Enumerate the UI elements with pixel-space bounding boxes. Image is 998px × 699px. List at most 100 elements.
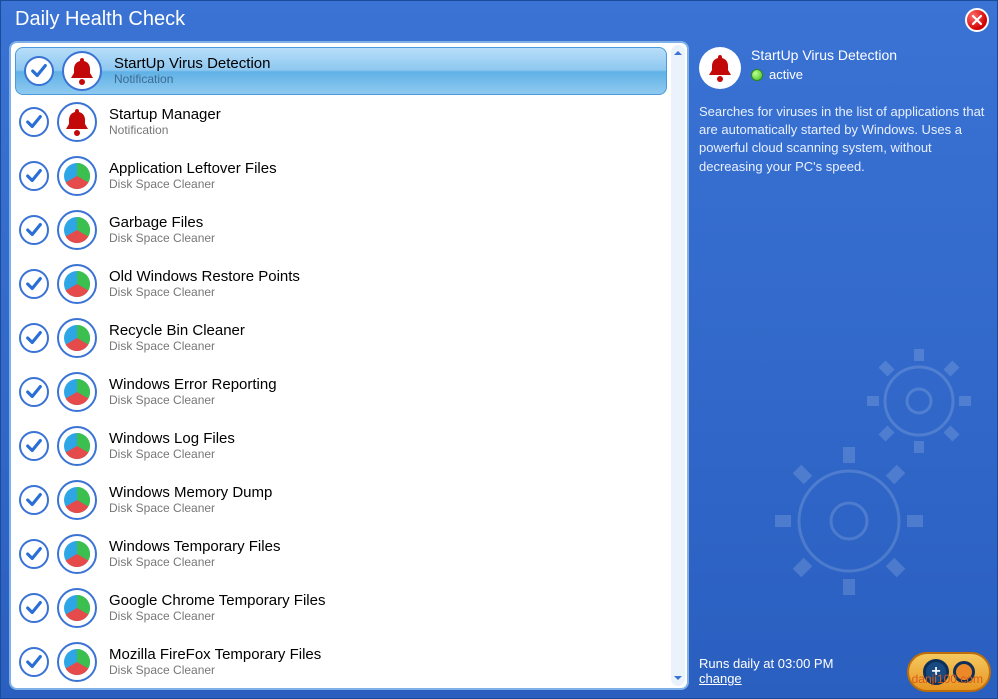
item-subtitle: Disk Space Cleaner bbox=[109, 502, 272, 516]
list-item[interactable]: Windows Memory DumpDisk Space Cleaner bbox=[11, 473, 671, 527]
list-item[interactable]: Google Chrome Temporary FilesDisk Space … bbox=[11, 581, 671, 635]
pie-chart-icon bbox=[61, 268, 93, 300]
detail-description: Searches for viruses in the list of appl… bbox=[699, 103, 989, 176]
item-text: Recycle Bin CleanerDisk Space Cleaner bbox=[109, 322, 245, 353]
checkmark-icon bbox=[25, 491, 43, 509]
pie-chart-icon bbox=[61, 538, 93, 570]
scroll-down-button[interactable] bbox=[671, 670, 685, 686]
plus-circle-icon: + bbox=[923, 659, 949, 685]
item-checkbox[interactable] bbox=[19, 431, 49, 461]
checkmark-icon bbox=[25, 275, 43, 293]
checkmark-icon bbox=[25, 545, 43, 563]
item-icon-circle bbox=[57, 156, 97, 196]
pie-chart-icon bbox=[61, 484, 93, 516]
list-item[interactable]: Windows Temporary FilesDisk Space Cleane… bbox=[11, 527, 671, 581]
checkmark-icon bbox=[25, 383, 43, 401]
pie-chart-icon bbox=[61, 430, 93, 462]
window-title: Daily Health Check bbox=[15, 8, 185, 31]
pie-chart-icon bbox=[61, 376, 93, 408]
schedule-change-link[interactable]: change bbox=[699, 671, 742, 686]
bell-icon bbox=[61, 106, 93, 138]
detail-icon-circle bbox=[699, 47, 741, 89]
list-item[interactable]: Garbage FilesDisk Space Cleaner bbox=[11, 203, 671, 257]
item-checkbox[interactable] bbox=[19, 161, 49, 191]
item-text: Windows Error ReportingDisk Space Cleane… bbox=[109, 376, 277, 407]
detail-panel: StartUp Virus Detection active Searches … bbox=[699, 41, 989, 690]
pie-chart-icon bbox=[61, 646, 93, 678]
list-item[interactable]: Application Leftover FilesDisk Space Cle… bbox=[11, 149, 671, 203]
item-title: Garbage Files bbox=[109, 214, 215, 231]
list-item[interactable]: Old Windows Restore PointsDisk Space Cle… bbox=[11, 257, 671, 311]
close-button[interactable] bbox=[965, 8, 989, 32]
checkmark-icon bbox=[25, 599, 43, 617]
item-title: Windows Log Files bbox=[109, 430, 235, 447]
item-checkbox[interactable] bbox=[19, 377, 49, 407]
item-subtitle: Disk Space Cleaner bbox=[109, 664, 321, 678]
item-subtitle: Notification bbox=[109, 124, 221, 138]
item-checkbox[interactable] bbox=[19, 269, 49, 299]
item-title: Mozilla FireFox Temporary Files bbox=[109, 646, 321, 663]
item-text: StartUp Virus DetectionNotification bbox=[114, 55, 270, 86]
content-area: StartUp Virus DetectionNotificationStart… bbox=[1, 37, 997, 698]
item-text: Google Chrome Temporary FilesDisk Space … bbox=[109, 592, 325, 623]
item-subtitle: Disk Space Cleaner bbox=[109, 232, 215, 246]
scrollbar[interactable] bbox=[671, 45, 685, 686]
list-item[interactable]: Windows Log FilesDisk Space Cleaner bbox=[11, 419, 671, 473]
item-checkbox[interactable] bbox=[19, 539, 49, 569]
item-subtitle: Disk Space Cleaner bbox=[109, 394, 277, 408]
item-subtitle: Disk Space Cleaner bbox=[109, 556, 280, 570]
item-title: Startup Manager bbox=[109, 106, 221, 123]
list-item[interactable]: Startup ManagerNotification bbox=[11, 95, 671, 149]
detail-status-text: active bbox=[769, 67, 803, 82]
item-checkbox[interactable] bbox=[19, 593, 49, 623]
item-subtitle: Notification bbox=[114, 73, 270, 87]
item-icon-circle bbox=[57, 318, 97, 358]
item-icon-circle bbox=[57, 264, 97, 304]
checkmark-icon bbox=[25, 437, 43, 455]
detail-title: StartUp Virus Detection bbox=[751, 47, 897, 63]
titlebar: Daily Health Check bbox=[1, 1, 997, 37]
detail-header: StartUp Virus Detection active bbox=[699, 41, 989, 89]
item-title: StartUp Virus Detection bbox=[114, 55, 270, 72]
checkmark-icon bbox=[25, 653, 43, 671]
item-title: Application Leftover Files bbox=[109, 160, 277, 177]
list-item[interactable]: Recycle Bin CleanerDisk Space Cleaner bbox=[11, 311, 671, 365]
pie-chart-icon bbox=[61, 592, 93, 624]
list-item[interactable]: Windows Error ReportingDisk Space Cleane… bbox=[11, 365, 671, 419]
list-item[interactable]: Mozilla FireFox Temporary FilesDisk Spac… bbox=[11, 635, 671, 688]
item-checkbox[interactable] bbox=[24, 56, 54, 86]
item-checkbox[interactable] bbox=[19, 323, 49, 353]
list-item[interactable]: StartUp Virus DetectionNotification bbox=[15, 47, 667, 95]
item-text: Windows Memory DumpDisk Space Cleaner bbox=[109, 484, 272, 515]
orange-circle-icon bbox=[953, 661, 975, 683]
checkmark-icon bbox=[25, 221, 43, 239]
item-subtitle: Disk Space Cleaner bbox=[109, 610, 325, 624]
scroll-up-button[interactable] bbox=[671, 45, 685, 61]
item-title: Windows Memory Dump bbox=[109, 484, 272, 501]
item-title: Windows Temporary Files bbox=[109, 538, 280, 555]
checkmark-icon bbox=[25, 113, 43, 131]
item-title: Old Windows Restore Points bbox=[109, 268, 300, 285]
gears-decoration-icon bbox=[759, 341, 998, 621]
detail-status-row: active bbox=[751, 67, 897, 82]
bell-icon bbox=[704, 52, 736, 84]
item-icon-circle bbox=[57, 372, 97, 412]
item-subtitle: Disk Space Cleaner bbox=[109, 286, 300, 300]
item-icon-circle bbox=[62, 51, 102, 91]
item-text: Old Windows Restore PointsDisk Space Cle… bbox=[109, 268, 300, 299]
item-checkbox[interactable] bbox=[19, 485, 49, 515]
schedule-info: Runs daily at 03:00 PM change bbox=[699, 656, 833, 686]
item-text: Startup ManagerNotification bbox=[109, 106, 221, 137]
close-icon bbox=[971, 14, 983, 26]
item-checkbox[interactable] bbox=[19, 647, 49, 677]
item-checkbox[interactable] bbox=[19, 107, 49, 137]
checks-list: StartUp Virus DetectionNotificationStart… bbox=[11, 43, 671, 688]
item-checkbox[interactable] bbox=[19, 215, 49, 245]
item-text: Windows Log FilesDisk Space Cleaner bbox=[109, 430, 235, 461]
pie-chart-icon bbox=[61, 160, 93, 192]
item-title: Windows Error Reporting bbox=[109, 376, 277, 393]
watermark-badge[interactable]: + bbox=[907, 652, 991, 692]
checkmark-icon bbox=[30, 62, 48, 80]
item-icon-circle bbox=[57, 534, 97, 574]
item-text: Windows Temporary FilesDisk Space Cleane… bbox=[109, 538, 280, 569]
